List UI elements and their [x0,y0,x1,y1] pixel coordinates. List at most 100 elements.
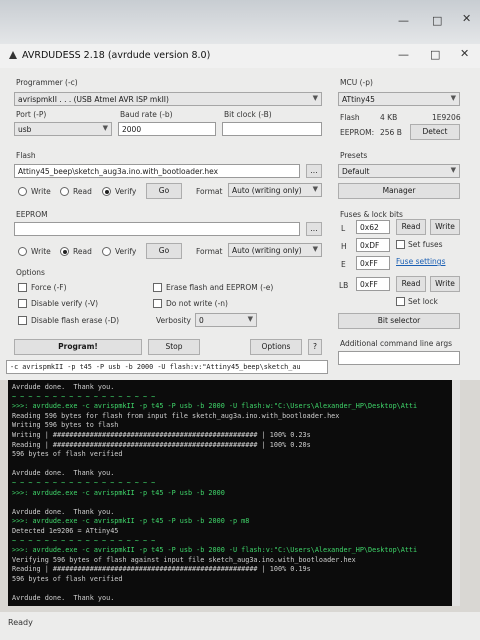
set-fuses-checkbox[interactable] [396,240,405,249]
fuse-write-button[interactable]: Write [430,219,460,235]
flash-label: Flash [16,151,36,160]
bitclock-input[interactable] [222,122,322,136]
fuse-l-input[interactable]: 0x62 [356,220,390,234]
fuse-e-input[interactable]: 0xFF [356,256,390,270]
fuse-e-label: E [341,260,346,269]
programmer-value: avrispmkII . . . (USB Atmel AVR ISP mkII… [18,95,169,104]
chevron-down-icon: ▼ [247,315,253,323]
console-line: >>>: avrdude.exe -c avrispmkII -p t45 -P… [12,546,418,555]
no-write-checkbox[interactable] [153,299,162,308]
fuse-read-button[interactable]: Read [396,219,426,235]
output-console[interactable]: Avrdude done. Thank you. ~ ~ ~ ~ ~ ~ ~ ~ … [8,380,460,606]
port-value: usb [18,125,32,134]
chevron-down-icon: ▼ [450,94,456,102]
eeprom-verify-label: Verify [115,247,137,256]
flash-format-label: Format [196,187,223,196]
eeprom-write-radio[interactable] [18,247,27,256]
eeprom-format-label: Format [196,247,223,256]
program-button[interactable]: Program! [14,339,142,355]
flash-verify-radio[interactable] [102,187,111,196]
flash-go-button[interactable]: Go [146,183,182,199]
console-scrollbar[interactable] [452,380,460,606]
minimize-icon[interactable]: — [398,14,409,27]
flash-browse-button[interactable]: ... [306,164,322,178]
verbosity-select[interactable]: 0 ▼ [195,313,257,327]
set-lock-label: Set lock [408,297,438,306]
flash-format-value: Auto (writing only) [232,186,302,195]
baud-input[interactable]: 2000 [118,122,216,136]
eeprom-read-radio[interactable] [60,247,69,256]
lock-write-button[interactable]: Write [430,276,460,292]
stop-button[interactable]: Stop [148,339,200,355]
disable-verify-label: Disable verify (-V) [31,299,99,308]
fuses-label: Fuses & lock bits [340,210,403,219]
additional-args-input[interactable] [338,351,460,365]
app-close-icon[interactable]: ✕ [460,47,469,60]
eeprom-verify-radio[interactable] [102,247,111,256]
erase-checkbox[interactable] [153,283,162,292]
programmer-select[interactable]: avrispmkII . . . (USB Atmel AVR ISP mkII… [14,92,322,106]
command-preview[interactable]: -c avrispmkII -p t45 -P usb -b 2000 -U f… [6,360,328,374]
console-line: Avrdude done. Thank you. [12,469,115,478]
force-checkbox[interactable] [18,283,27,292]
detect-button[interactable]: Detect [410,124,460,140]
flash-read-radio[interactable] [60,187,69,196]
options-button[interactable]: Options [250,339,302,355]
mcu-select[interactable]: ATtiny45 ▼ [338,92,460,106]
bitclock-label: Bit clock (-B) [224,110,272,119]
maximize-icon[interactable]: □ [432,14,442,27]
fuse-settings-link[interactable]: Fuse settings [396,257,445,266]
mcu-label: MCU (-p) [340,78,373,87]
bit-selector-button[interactable]: Bit selector [338,313,460,329]
presets-label: Presets [340,151,368,160]
console-line: >>>: avrdude.exe -c avrispmkII -p t45 -P… [12,517,250,526]
manager-button[interactable]: Manager [338,183,460,199]
eeprom-write-label: Write [31,247,51,256]
disable-flash-erase-checkbox[interactable] [18,316,27,325]
console-line: ~ ~ ~ ~ ~ ~ ~ ~ ~ ~ ~ ~ ~ ~ ~ ~ ~ ~ [12,392,156,401]
flash-verify-label: Verify [115,187,137,196]
disable-verify-checkbox[interactable] [18,299,27,308]
fuse-lb-input[interactable]: 0xFF [356,277,390,291]
mcu-value: ATtiny45 [342,95,375,104]
app-icon [9,51,17,59]
chevron-down-icon: ▼ [450,166,456,174]
console-line: Avrdude done. Thank you. [12,383,115,391]
eeprom-label: EEPROM [16,210,48,219]
console-line: ~ ~ ~ ~ ~ ~ ~ ~ ~ ~ ~ ~ ~ ~ ~ ~ ~ ~ [12,479,156,487]
status-bar [0,612,480,640]
baud-label: Baud rate (-b) [120,110,173,119]
fuse-h-input[interactable]: 0xDF [356,238,390,252]
lock-read-button[interactable]: Read [396,276,426,292]
set-fuses-label: Set fuses [408,240,443,249]
eeprom-browse-button[interactable]: ... [306,222,322,236]
eeprom-go-button[interactable]: Go [146,243,182,259]
mcu-eeprom-label: EEPROM: [340,128,375,137]
presets-select[interactable]: Default ▼ [338,164,460,178]
app-maximize-icon[interactable]: □ [430,48,440,61]
fuse-h-label: H [341,242,347,251]
console-line: Reading | ##############################… [12,565,311,574]
console-line: Avrdude done. Thank you. [12,594,115,603]
flash-write-radio[interactable] [18,187,27,196]
set-lock-checkbox[interactable] [396,297,405,306]
app-minimize-icon[interactable]: — [398,48,409,61]
eeprom-read-label: Read [73,247,92,256]
chevron-down-icon: ▼ [312,185,318,193]
eeprom-file-input[interactable] [14,222,300,236]
console-line: ~ ~ ~ ~ ~ ~ ~ ~ ~ ~ ~ ~ ~ ~ ~ ~ ~ ~ [12,536,156,545]
port-select[interactable]: usb ▼ [14,122,112,136]
console-line: 596 bytes of flash verified [12,575,123,583]
chevron-down-icon: ▼ [312,94,318,102]
flash-file-input[interactable]: Attiny45_beep\sketch_aug3a.ino.with_boot… [14,164,300,178]
flash-format-select[interactable]: Auto (writing only) ▼ [228,183,322,197]
help-button[interactable]: ? [308,339,322,355]
close-icon[interactable]: ✕ [462,12,471,25]
console-line: >>>: avrdude.exe -c avrispmkII -p t45 -P… [12,402,418,411]
mcu-flash-label: Flash [340,113,360,122]
force-label: Force (-F) [31,283,67,292]
eeprom-format-select[interactable]: Auto (writing only) ▼ [228,243,322,257]
console-line: 596 bytes of flash verified [12,450,123,459]
chevron-down-icon: ▼ [312,245,318,253]
mcu-flash-size: 4 KB [380,113,398,122]
